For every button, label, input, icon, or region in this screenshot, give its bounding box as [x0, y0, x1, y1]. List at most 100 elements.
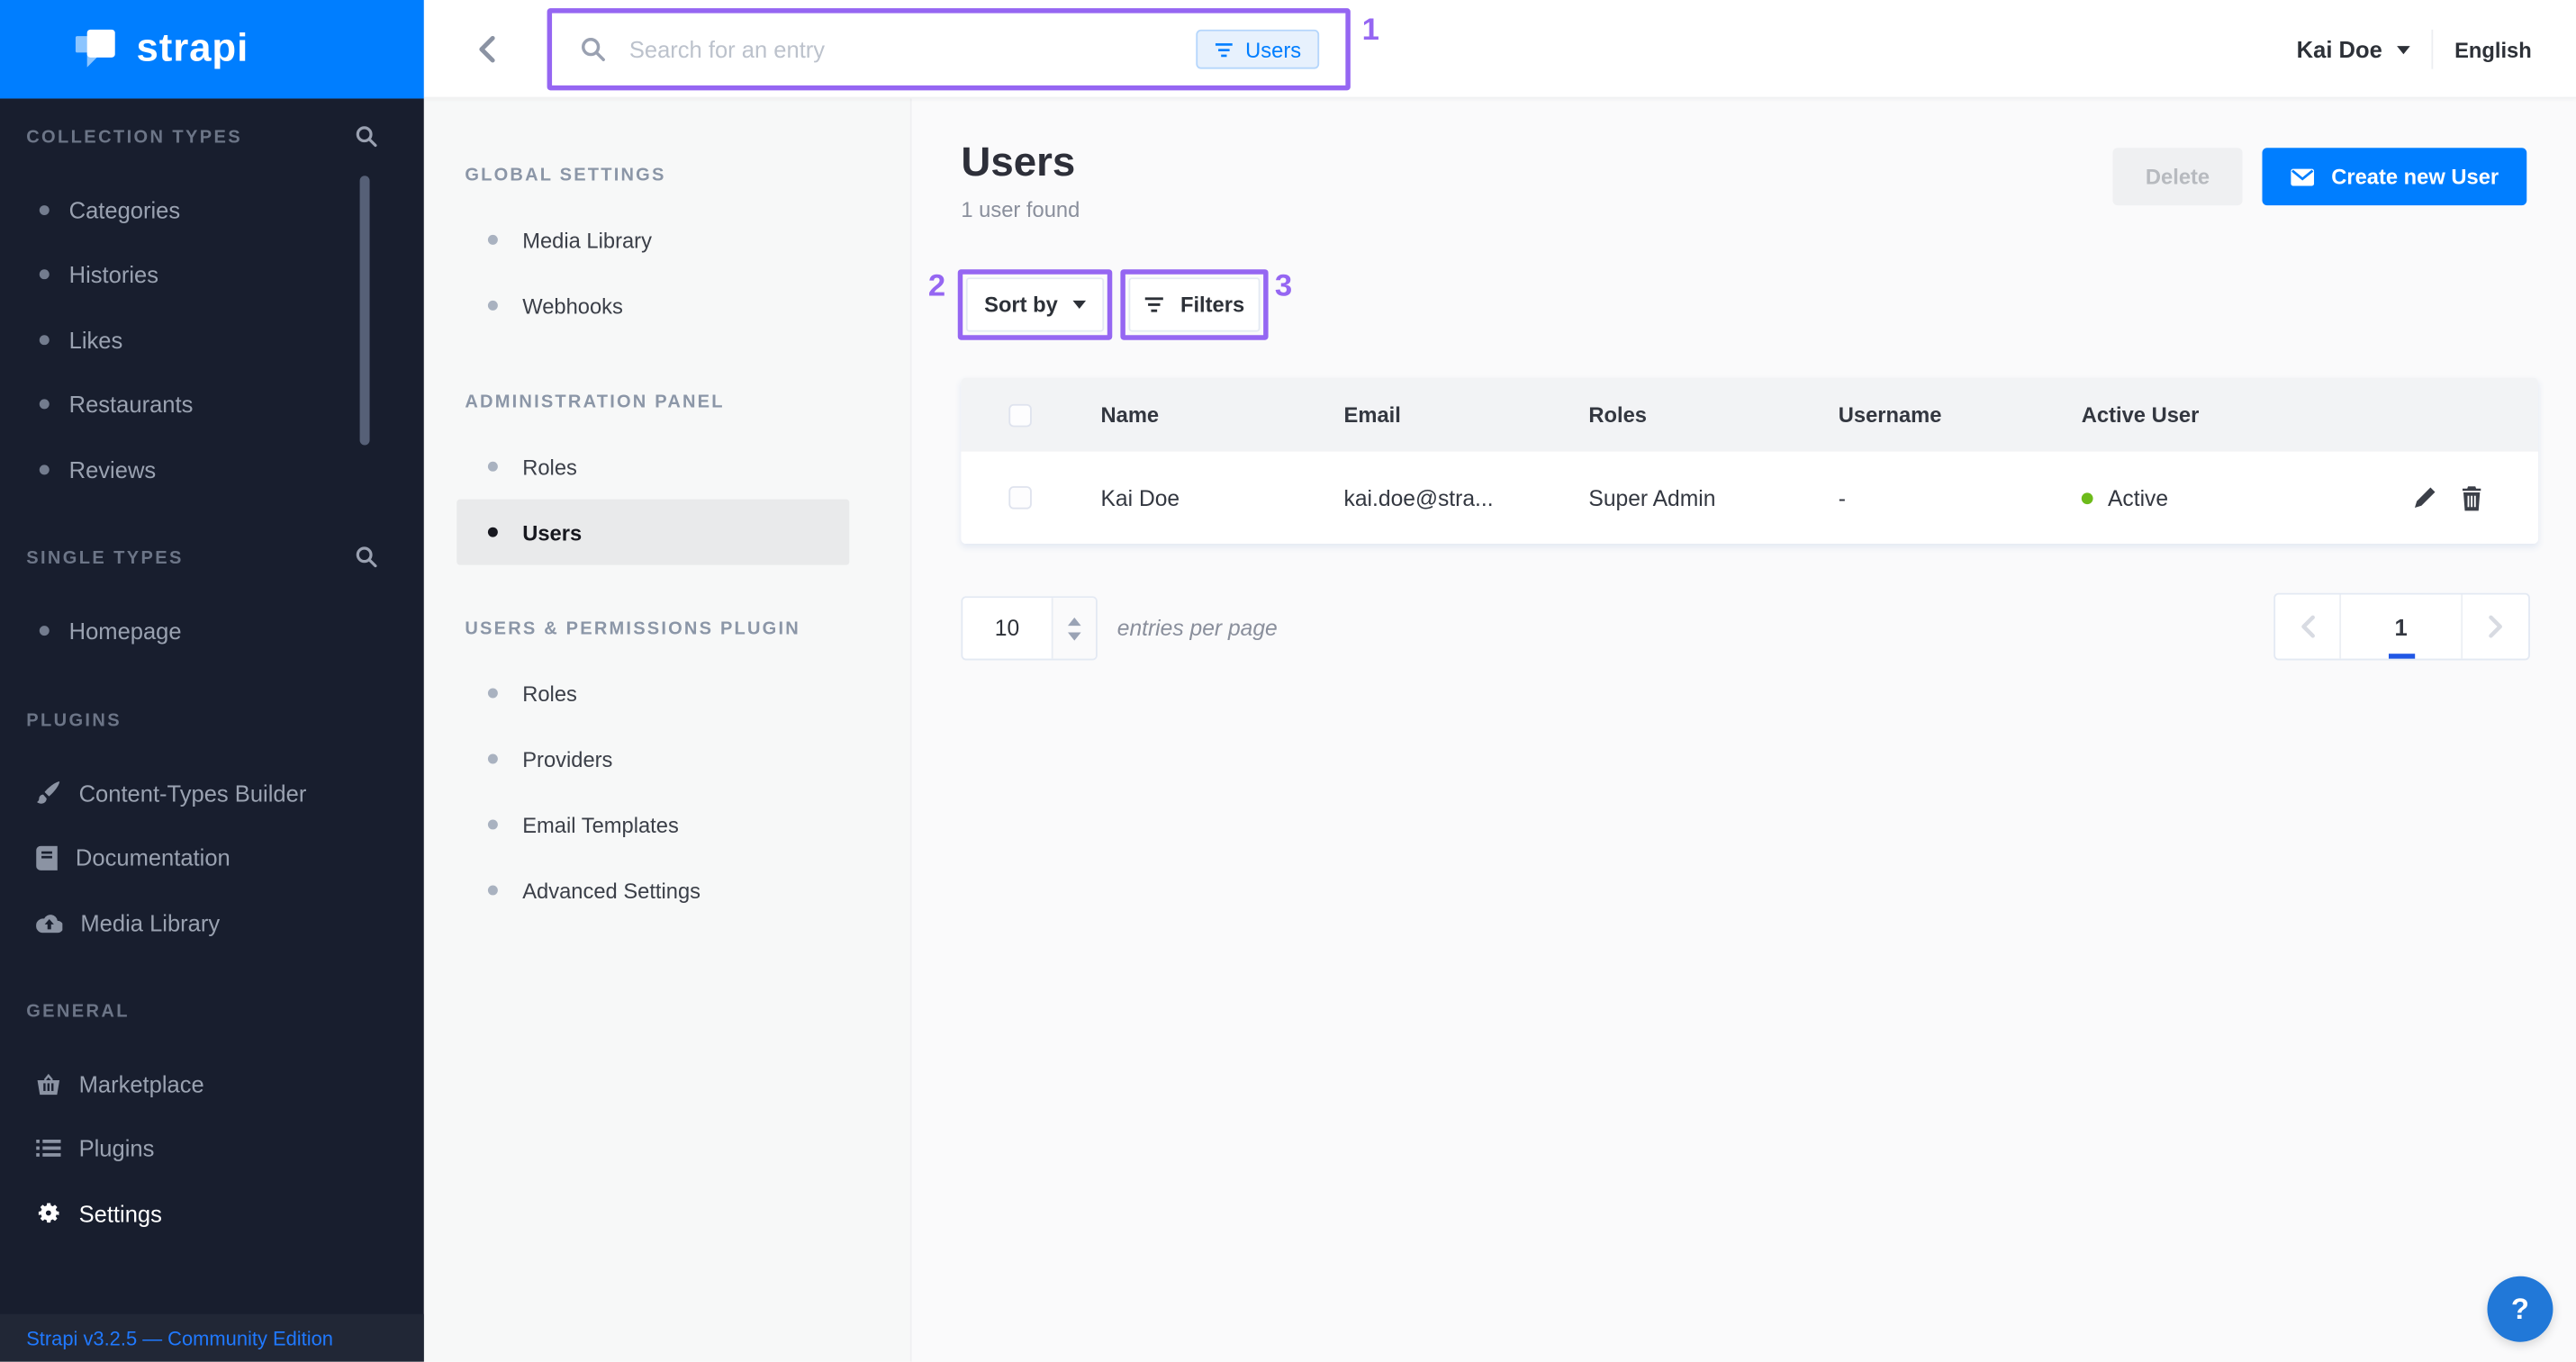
delete-button[interactable]: Delete [2112, 148, 2242, 205]
bullet-icon [488, 528, 498, 537]
language-button[interactable]: English [2454, 37, 2532, 61]
help-icon: ? [2511, 1292, 2529, 1326]
sidebar-item-settings[interactable]: Settings [0, 1181, 424, 1246]
strapi-admin-app: strapi Users 1 [0, 0, 2576, 1362]
sidebar-section-single-types: SINGLE TYPES [26, 548, 184, 568]
delete-icon[interactable] [2461, 485, 2482, 510]
user-menu-button[interactable]: Kai Doe [2297, 36, 2410, 62]
table-row[interactable]: Kai Doe kai.doe@stra... Super Admin - Ac… [961, 452, 2538, 544]
pagination-page-label: 1 [2395, 613, 2408, 639]
pagination-prev-button[interactable] [2275, 595, 2341, 659]
bullet-icon [488, 689, 498, 699]
envelope-icon [2291, 167, 2315, 186]
pagination-next-button[interactable] [2463, 595, 2528, 659]
search-scope-label: Users [1245, 37, 1301, 61]
basket-icon [36, 1072, 60, 1096]
chevron-left-icon [475, 34, 497, 64]
sidebar-item-media-library[interactable]: Media Library [0, 890, 424, 955]
settings-item-webhooks[interactable]: Webhooks [424, 273, 910, 338]
strapi-logo-text: strapi [136, 26, 249, 72]
page-subtitle: 1 user found [961, 197, 1080, 221]
settings-item-roles-plugin[interactable]: Roles [424, 660, 910, 726]
settings-item-users[interactable]: Users [456, 500, 849, 565]
sidebar-footer: Strapi v3.2.5 — Community Edition [0, 1314, 424, 1362]
settings-section-global: GLOBAL SETTINGS [424, 163, 910, 189]
filter-icon [1214, 41, 1234, 59]
bullet-icon [488, 235, 498, 245]
cell-username: - [1839, 485, 2082, 510]
annotation-box-search: Users [547, 8, 1351, 90]
caret-down-icon [1072, 301, 1086, 309]
main-sidebar: COLLECTION TYPES Categories Histories Li… [0, 98, 424, 1361]
settings-nav: GLOBAL SETTINGS Media Library Webhooks A… [424, 98, 912, 1361]
table-header-row: Name Email Roles Username Active User [961, 378, 2538, 452]
sidebar-section-general: GENERAL [26, 1002, 130, 1022]
sidebar-item-homepage[interactable]: Homepage [0, 598, 424, 663]
sidebar-item-reviews[interactable]: Reviews [0, 437, 424, 501]
sidebar-scrollbar[interactable] [360, 176, 370, 445]
cell-name: Kai Doe [1100, 485, 1343, 510]
entries-per-page-label: entries per page [1117, 616, 1278, 640]
sidebar-section-collection-types: COLLECTION TYPES [26, 128, 242, 148]
column-header-roles[interactable]: Roles [1588, 402, 1838, 427]
entries-per-page-value: 10 [963, 598, 1052, 659]
pagination: 1 [2273, 593, 2530, 661]
back-button[interactable] [466, 0, 506, 98]
caret-down-icon [2397, 45, 2410, 53]
create-new-user-label: Create new User [2331, 164, 2499, 188]
strapi-logo[interactable]: strapi [0, 0, 424, 98]
chevron-right-icon [2487, 614, 2503, 638]
pagination-active-underline [2388, 654, 2414, 658]
filters-button[interactable]: Filters [1129, 277, 1261, 331]
annotation-number-1: 1 [1362, 14, 1379, 50]
entries-per-page-select[interactable]: 10 [961, 596, 1097, 660]
sidebar-item-documentation[interactable]: Documentation [0, 825, 424, 890]
bullet-icon [488, 885, 498, 895]
list-icon [36, 1139, 60, 1159]
entries-stepper[interactable] [1052, 598, 1096, 659]
pagination-page-1[interactable]: 1 [2341, 595, 2463, 659]
column-header-name[interactable]: Name [1100, 402, 1343, 427]
bullet-icon [488, 301, 498, 311]
search-icon[interactable] [355, 125, 378, 149]
column-header-username[interactable]: Username [1839, 402, 2082, 427]
annotation-number-2: 2 [928, 269, 945, 305]
main-content: Users 1 user found Delete Create new Use… [912, 98, 2576, 1361]
bullet-icon [40, 400, 50, 410]
bullet-icon [40, 626, 50, 636]
bullet-icon [488, 819, 498, 829]
stepper-up-icon [1068, 617, 1081, 625]
sidebar-item-content-types-builder[interactable]: Content-Types Builder [0, 761, 424, 825]
sidebar-section-plugins: PLUGINS [26, 711, 122, 731]
create-new-user-button[interactable]: Create new User [2263, 148, 2527, 205]
sidebar-item-marketplace[interactable]: Marketplace [0, 1051, 424, 1116]
paint-brush-icon [36, 780, 60, 805]
bullet-icon [40, 465, 50, 474]
row-checkbox[interactable] [1008, 486, 1032, 510]
filters-label: Filters [1180, 293, 1244, 317]
strapi-logo-icon [76, 30, 115, 69]
book-icon [36, 845, 58, 870]
gear-icon [36, 1201, 60, 1225]
settings-item-roles-admin[interactable]: Roles [424, 434, 910, 500]
settings-item-providers[interactable]: Providers [424, 726, 910, 791]
sort-by-button[interactable]: Sort by [966, 277, 1104, 331]
page-title: Users [961, 140, 1075, 187]
help-button[interactable]: ? [2487, 1276, 2553, 1342]
settings-item-email-templates[interactable]: Email Templates [424, 791, 910, 857]
bullet-icon [488, 754, 498, 764]
top-bar: Users 1 Kai Doe English [424, 0, 2576, 98]
cell-email: kai.doe@stra... [1344, 485, 1589, 510]
bullet-icon [40, 270, 50, 280]
column-header-active-user[interactable]: Active User [2082, 402, 2538, 427]
search-icon [580, 36, 606, 62]
edit-icon[interactable] [2413, 486, 2436, 510]
select-all-checkbox[interactable] [1008, 403, 1032, 427]
search-icon[interactable] [355, 546, 378, 569]
search-scope-tag[interactable]: Users [1196, 30, 1319, 69]
settings-item-advanced-settings[interactable]: Advanced Settings [424, 857, 910, 923]
version-link[interactable]: Strapi v3.2.5 — Community Edition [26, 1326, 333, 1349]
settings-item-media-library[interactable]: Media Library [424, 207, 910, 273]
sidebar-item-plugins[interactable]: Plugins [0, 1116, 424, 1181]
column-header-email[interactable]: Email [1344, 402, 1589, 427]
